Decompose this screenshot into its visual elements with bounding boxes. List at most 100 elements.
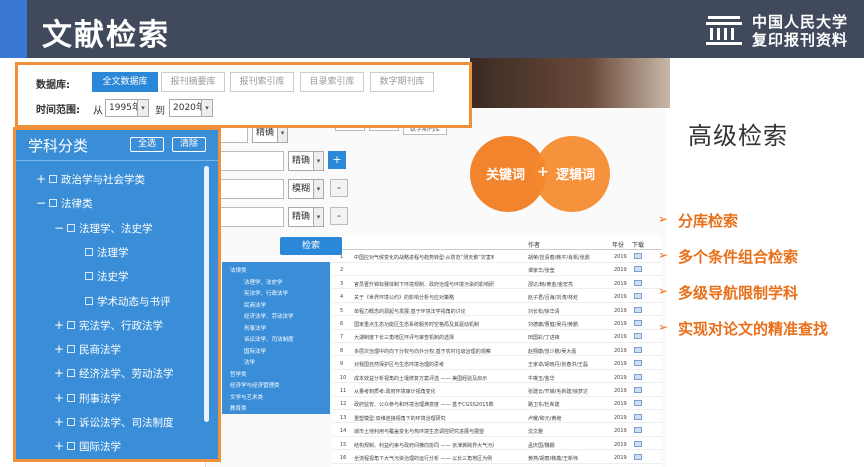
tab-index-db[interactable]: 报刊索引库 <box>230 72 294 92</box>
mini-tree-item[interactable]: 民商法学 <box>244 301 266 309</box>
mini-tree-item[interactable]: 经济学与经济管理类 <box>230 381 280 389</box>
mini-tree-item[interactable]: 哲学类 <box>230 370 247 378</box>
to-year-select[interactable]: 2020年 ▾ <box>169 99 213 117</box>
row-title[interactable]: 重塑模型:双维连接视角下的环境治理研究 <box>354 415 494 422</box>
subject-checkbox[interactable] <box>85 247 93 256</box>
table-row[interactable]: 1中国应对气候变化的战略进程与趋势转型:从防范“测天鹅”灾害到适应“灰犀牛”风险… <box>332 251 662 263</box>
row-title[interactable]: 城市土地利用与覆盖变化与热环境生态调控研究进展与展望 <box>354 428 494 435</box>
download-icon[interactable] <box>634 454 642 460</box>
match-select[interactable]: 精确 ▾ <box>288 151 324 171</box>
subject-checkbox[interactable] <box>67 393 75 402</box>
row-title[interactable]: 成本效益分析视角的土壤修复方案评选 —— 美国经验及启示 <box>354 375 494 382</box>
row-title[interactable]: 全流程视角下大气污染治理的运行分析 —— 以长三角地区为例 <box>354 455 494 462</box>
row-title[interactable]: 从量考到质考:政府环境审计视角变化 <box>354 388 494 395</box>
expand-icon[interactable]: + <box>54 415 64 429</box>
tab-digital-db[interactable]: 数字期刊库 <box>370 72 434 92</box>
mini-tree-item[interactable]: 宪法学、行政法学 <box>244 289 288 297</box>
tab-fulltext-db[interactable]: 全文数据库 <box>92 72 158 92</box>
subject-checkbox[interactable] <box>67 442 75 451</box>
download-icon[interactable] <box>634 360 642 367</box>
row-title[interactable]: 多层次治理中的向下分权与向外分权:基于农村垃圾治理的观察 <box>354 348 494 355</box>
download-icon[interactable] <box>634 279 642 286</box>
row-title[interactable]: 官员晋升锦标赛体制下环境规制、政府治理与环境污染的影响研究 <box>354 281 494 288</box>
collapse-icon[interactable]: − <box>36 196 46 210</box>
table-row[interactable]: 16 全流程视角下大气污染治理的运行分析 —— 以长三角地区为例 黄燕/胡丽/韩鑫/… <box>332 452 662 464</box>
row-title[interactable]: 关于《世界环境公约》的影响分析与应对策略 <box>354 294 494 301</box>
table-row[interactable]: 6 国家重点生态功能区生态系统服务时空格局及其驱动机制 刘德庸/曹健/吴丹/黄鹏 20… <box>332 318 662 330</box>
row-title[interactable]: 国家重点生态功能区生态系统服务时空格局及其驱动机制 <box>354 321 494 328</box>
table-row[interactable]: 8 多层次治理中的向下分权与向外分权:基于农村垃圾治理的观察 赵翔康/曾少鹏/吴大嘉… <box>332 345 662 357</box>
mini-tree-item[interactable]: 法理学、法史学 <box>244 278 283 286</box>
mini-tree-item[interactable]: 教育类 <box>230 404 247 412</box>
select-all-button[interactable]: 全选 <box>130 137 164 152</box>
mini-tree-item[interactable]: 法律类 <box>230 266 247 274</box>
mini-tree-item[interactable]: 法学 <box>244 358 255 366</box>
download-icon[interactable] <box>634 373 642 380</box>
mini-tree-item[interactable]: 刑事法学 <box>244 324 266 332</box>
row-title[interactable]: 单程力概念的源起与发展:基于环境法学视角的讨论 <box>354 308 494 315</box>
download-icon[interactable] <box>634 400 642 407</box>
table-row[interactable]: 3 官员晋升锦标赛体制下环境规制、政府治理与环境污染的影响研究 邵达/韩/黄金/金宏… <box>332 278 662 290</box>
expand-icon[interactable]: + <box>36 172 46 186</box>
table-row[interactable]: 15 结构规制、利益约束与政府间横向协同 —— 京津冀跨界大气污染联防联控的机制分… <box>332 439 662 451</box>
download-icon[interactable] <box>634 266 642 273</box>
table-row[interactable]: 7 大湖制度下长三角地区环评与审查机制的选择 田国彩/丁进锋 2019 <box>332 331 662 343</box>
mini-tree-item[interactable]: 国际法学 <box>244 347 266 355</box>
table-row[interactable]: 2 谭家华/张莹 2019 <box>332 264 662 276</box>
download-icon[interactable] <box>634 427 642 434</box>
match-select[interactable]: 精确 ▾ <box>288 207 324 227</box>
subject-checkbox[interactable] <box>67 320 75 329</box>
table-row[interactable]: 12 政府监管、公众参与和环境治理满意度 —— 基于CGSS2015数据的实证研究… <box>332 398 662 410</box>
download-icon[interactable] <box>634 253 642 259</box>
download-icon[interactable] <box>634 440 642 447</box>
download-icon[interactable] <box>634 387 642 393</box>
download-icon[interactable] <box>634 413 642 420</box>
table-row[interactable]: 11 从量考到质考:政府环境审计视角变化 张建云/齐婵/毛新建/徐梦达 2019 <box>332 385 662 397</box>
condition-input[interactable] <box>220 151 284 171</box>
expand-icon[interactable]: + <box>54 366 64 380</box>
remove-condition-button[interactable]: - <box>330 207 348 225</box>
subject-scrollbar[interactable] <box>204 166 209 422</box>
condition-input[interactable] <box>220 207 284 227</box>
mini-tree-item[interactable]: 经济法学、劳动法学 <box>244 312 294 320</box>
mini-tree-item[interactable]: 文学与艺术类 <box>230 393 263 401</box>
table-row[interactable]: 5 单程力概念的源起与发展:基于环境法学视角的讨论 刘长松/徐华清 2019 <box>332 305 662 317</box>
expand-icon[interactable]: + <box>54 318 64 332</box>
row-title[interactable]: 政府监管、公众参与和环境治理满意度 —— 基于CGSS2015数据的实证研究 <box>354 401 494 408</box>
subject-checkbox[interactable] <box>49 175 57 183</box>
row-title[interactable]: 大湖制度下长三角地区环评与审查机制的选择 <box>354 334 494 341</box>
search-button[interactable]: 检索 <box>280 237 342 255</box>
expand-icon[interactable]: + <box>54 439 64 453</box>
subject-checkbox[interactable] <box>67 369 75 378</box>
subject-checkbox[interactable] <box>85 272 93 281</box>
from-year-select[interactable]: 1995年 ▾ <box>105 99 149 117</box>
row-title[interactable]: 中国应对气候变化的战略进程与趋势转型:从防范“测天鹅”灾害到适应“灰犀牛”风险 <box>354 254 494 261</box>
row-title[interactable]: 结构规制、利益约束与政府间横向协同 —— 京津冀跨界大气污染联防联控的机制分析 <box>354 442 494 449</box>
tab-abstract-db[interactable]: 报刊摘要库 <box>161 72 225 92</box>
condition-input[interactable] <box>220 179 284 199</box>
table-row[interactable]: 10 成本效益分析视角的土壤修复方案评选 —— 美国经验及启示 牛琳玉/金华 2019 <box>332 372 662 384</box>
download-icon[interactable] <box>634 306 642 313</box>
download-icon[interactable] <box>634 333 642 340</box>
subject-checkbox[interactable] <box>49 199 57 208</box>
expand-icon[interactable]: + <box>54 391 64 405</box>
collapse-icon[interactable]: − <box>54 221 64 235</box>
subject-checkbox[interactable] <box>67 418 75 426</box>
row-title[interactable]: 对我国自然保护区与生态环境治理的思考 <box>354 361 494 368</box>
subject-checkbox[interactable] <box>67 345 75 354</box>
subject-checkbox[interactable] <box>85 296 93 305</box>
add-condition-button[interactable]: + <box>328 151 346 169</box>
remove-condition-button[interactable]: - <box>330 179 348 197</box>
table-row[interactable]: 4 关于《世界环境公约》的影响分析与应对策略 赵子君/吕海/刘涛/林屹 2019 <box>332 291 662 303</box>
subject-checkbox[interactable] <box>67 223 75 232</box>
download-icon[interactable] <box>634 320 642 326</box>
download-icon[interactable] <box>634 293 642 300</box>
mini-tree-item[interactable]: 诉讼法学、司法制度 <box>244 335 294 343</box>
match-select[interactable]: 模糊 ▾ <box>288 179 324 199</box>
clear-button[interactable]: 清除 <box>172 137 206 152</box>
download-icon[interactable] <box>634 346 642 353</box>
tab-catalog-db[interactable]: 目录索引库 <box>300 72 364 92</box>
table-row[interactable]: 14 城市土地利用与覆盖变化与热环境生态调控研究进展与展望 沈文雅 2019 <box>332 425 662 437</box>
expand-icon[interactable]: + <box>54 342 64 356</box>
table-row[interactable]: 13 重塑模型:双维连接视角下的环境治理研究 卢耀/和元/黄继 2019 <box>332 412 662 424</box>
